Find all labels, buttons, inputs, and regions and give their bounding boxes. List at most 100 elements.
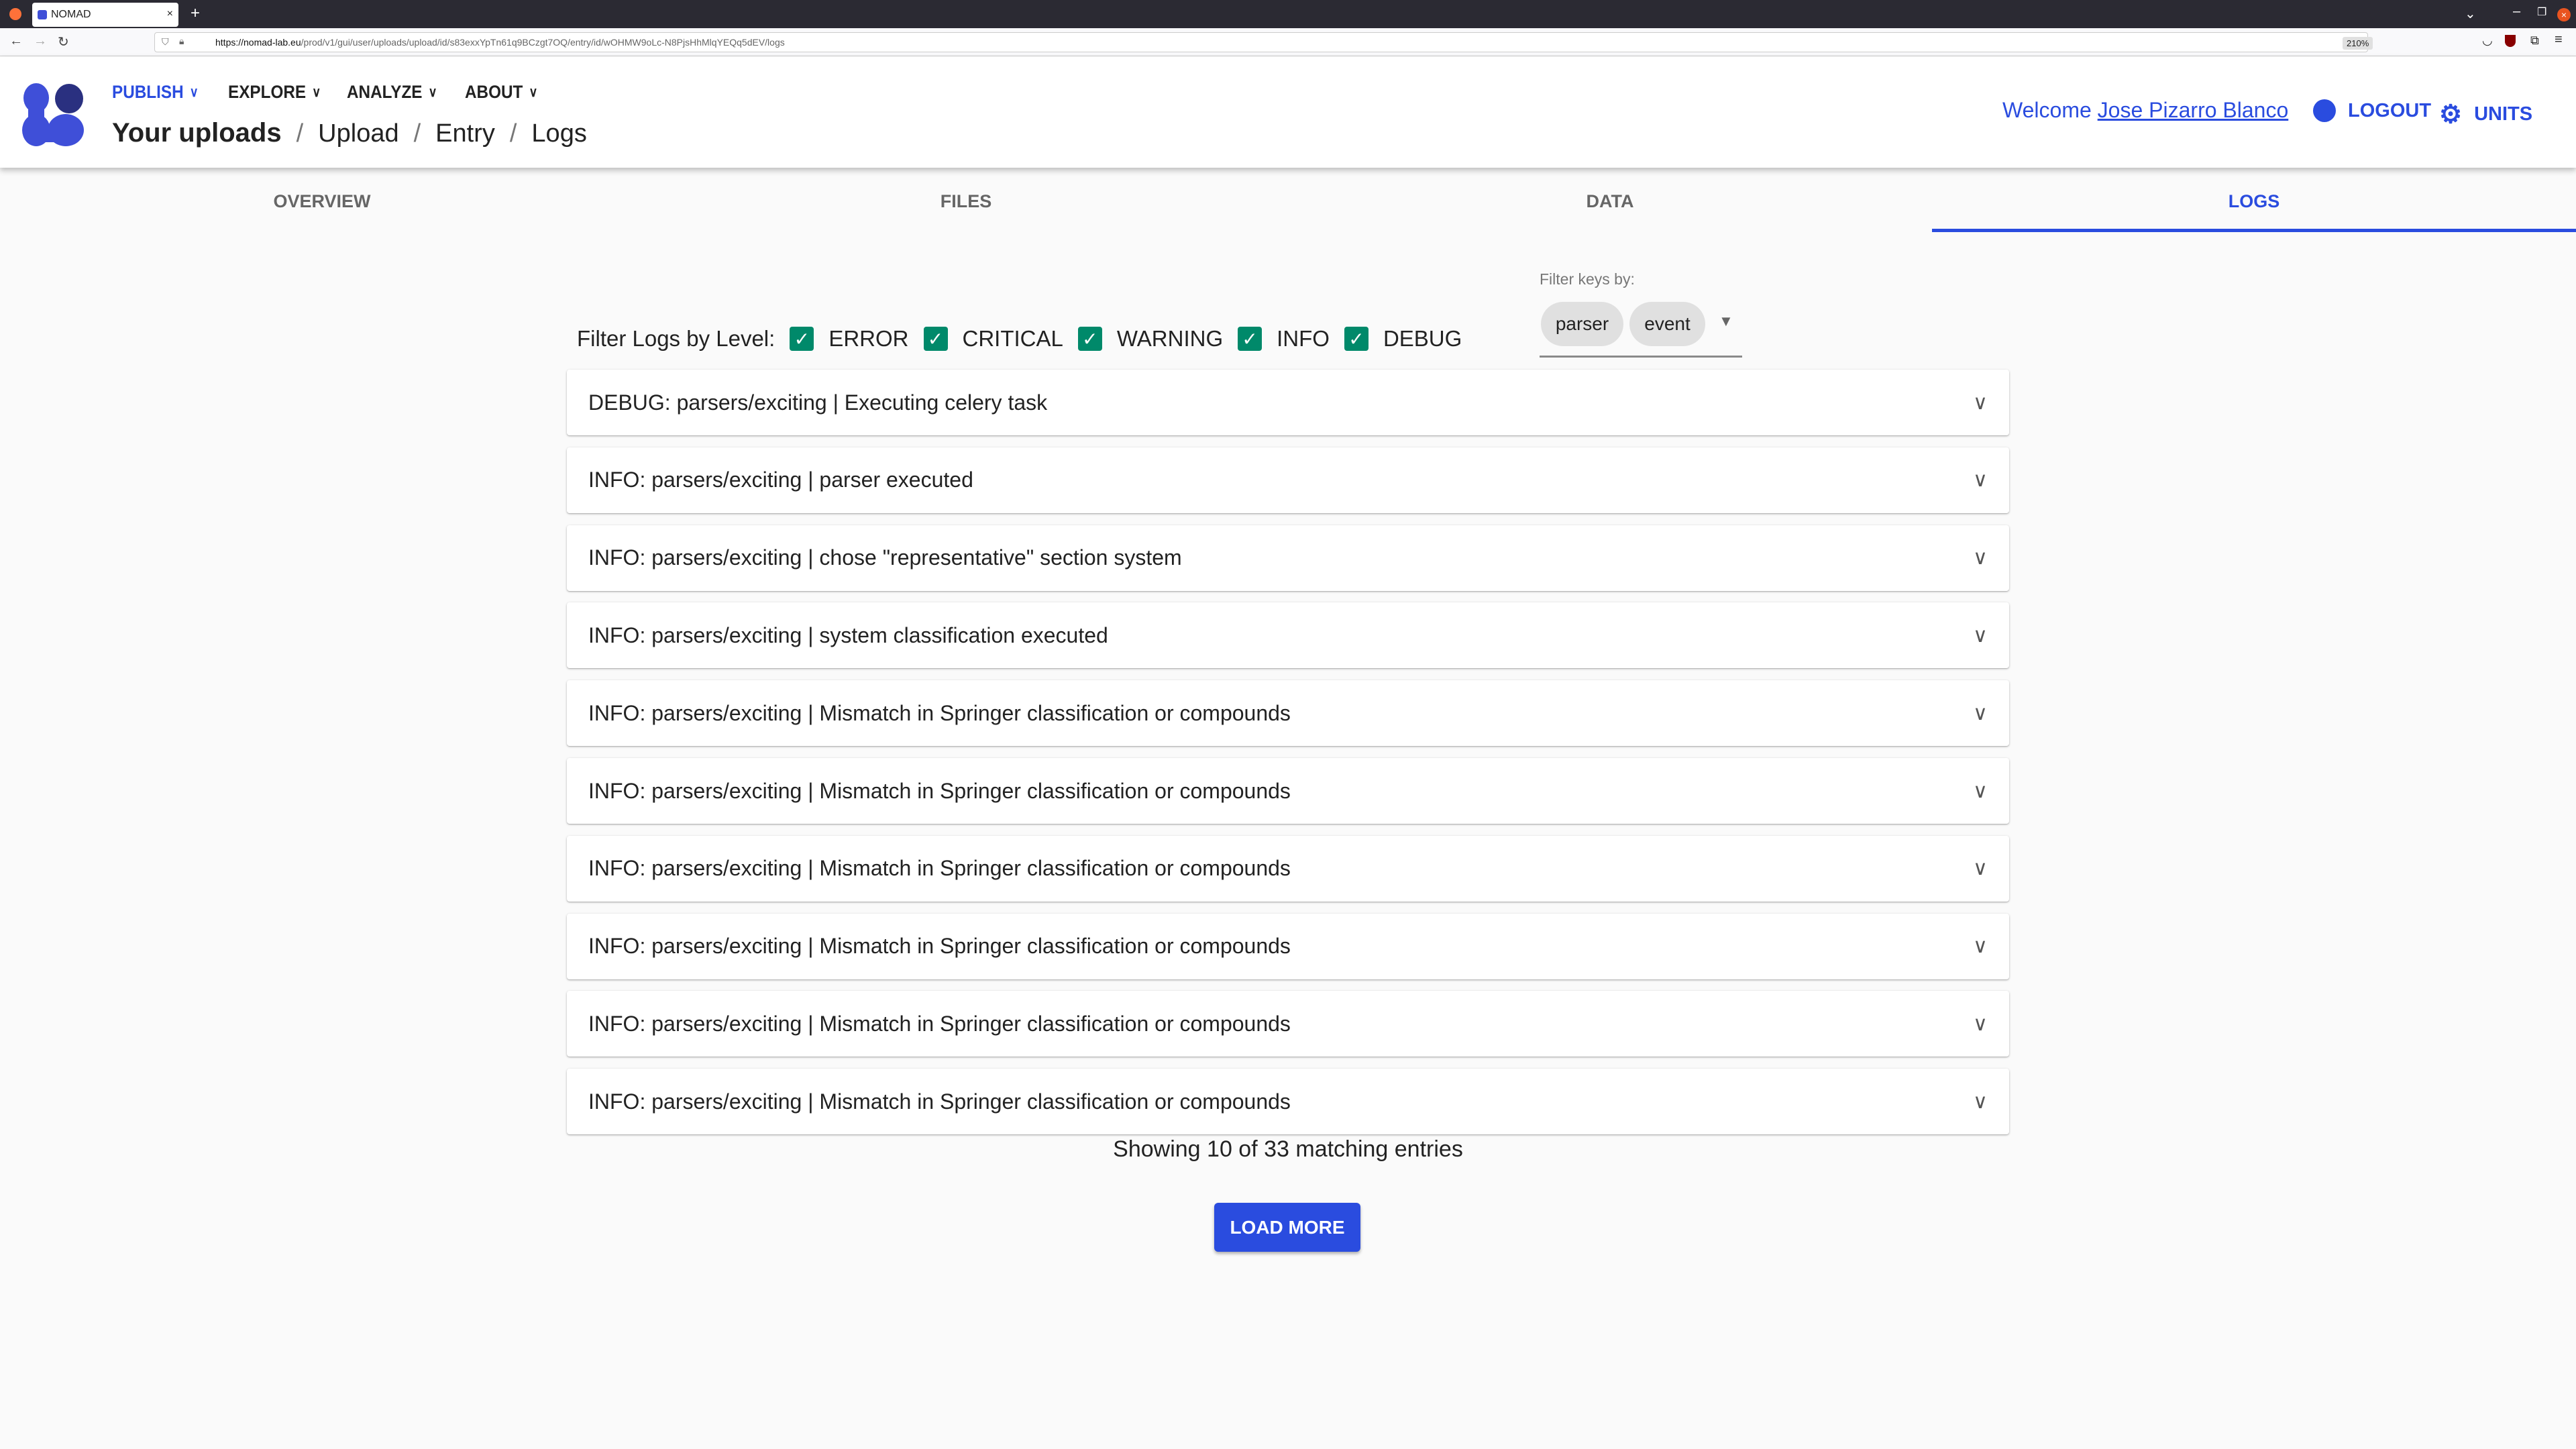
checkbox-info[interactable]: ✓ INFO [1238,326,1330,352]
level-label: DEBUG [1383,326,1462,351]
expand-chevron-icon[interactable]: ∨ [1973,1012,1988,1036]
checkbox-checked-icon[interactable]: ✓ [790,327,814,351]
showing-count: Showing 10 of 33 matching entries [1113,1136,1463,1162]
level-label: CRITICAL [962,326,1063,351]
breadcrumb-separator: / [413,119,421,148]
gear-icon: ⚙ [2439,101,2463,129]
lock-icon: 🔒︎ [179,36,184,46]
pocket-icon[interactable]: ◡ [2482,34,2493,48]
nav-label: PUBLISH [112,82,184,102]
tab-title: NOMAD [51,9,91,20]
breadcrumb-separator: / [509,119,517,148]
log-entry[interactable]: INFO: parsers/exciting | parser executed… [567,447,2009,513]
checkbox-checked-icon[interactable]: ✓ [1238,327,1263,351]
checkbox-checked-icon[interactable]: ✓ [923,327,948,351]
units-button[interactable]: ⚙ UNITS [2439,99,2532,129]
extensions-icon[interactable]: ⧉ [2530,34,2539,48]
log-entry-text: INFO: parsers/exciting | Mismatch in Spr… [588,1011,1291,1036]
breadcrumb-your-uploads[interactable]: Your uploads [112,118,282,148]
expand-chevron-icon[interactable]: ∨ [1973,934,1988,958]
nav-publish[interactable]: PUBLISH ∨ [112,82,199,103]
window-close-icon[interactable]: × [2557,8,2571,21]
account-circle-icon [2313,99,2336,122]
tab-data[interactable]: DATA [1288,168,1932,235]
welcome-text: Welcome Jose Pizarro Blanco [2002,98,2288,123]
log-entry[interactable]: INFO: parsers/exciting | Mismatch in Spr… [567,913,2009,979]
shield-icon: ⛉ [162,36,169,47]
user-profile-link[interactable]: Jose Pizarro Blanco [2098,98,2289,122]
nomad-favicon-icon [38,10,47,19]
tab-overview[interactable]: OVERVIEW [0,168,644,235]
checkbox-checked-icon[interactable]: ✓ [1077,327,1102,351]
key-chip-event[interactable]: event [1629,302,1705,346]
log-entry-text: INFO: parsers/exciting | Mismatch in Spr… [588,934,1291,959]
url-bar[interactable]: ⛉ 🔒︎ https://nomad-lab.eu/prod/v1/gui/us… [154,32,2368,52]
breadcrumb: Your uploads / Upload / Entry / Logs [112,118,587,148]
log-entry[interactable]: INFO: parsers/exciting | system classifi… [567,602,2009,669]
units-label: UNITS [2474,103,2533,125]
keys-select-underline [1540,356,1742,358]
load-more-button[interactable]: LOAD MORE [1214,1203,1360,1252]
log-entry[interactable]: DEBUG: parsers/exciting | Executing cele… [567,370,2009,435]
log-entry[interactable]: INFO: parsers/exciting | Mismatch in Spr… [567,758,2009,824]
log-entry[interactable]: INFO: parsers/exciting | Mismatch in Spr… [567,680,2009,747]
back-icon[interactable]: ← [9,34,23,49]
nav-about[interactable]: ABOUT ∨ [465,82,538,103]
nav-explore[interactable]: EXPLORE ∨ [228,82,321,103]
level-filter: Filter Logs by Level: ✓ ERROR ✓ CRITICAL ✓… [577,326,1462,352]
log-entry[interactable]: INFO: parsers/exciting | Mismatch in Spr… [567,1069,2009,1135]
browser-tab[interactable]: NOMAD × [32,3,178,27]
key-chip-parser[interactable]: parser [1541,302,1623,346]
restore-icon[interactable]: ❐ [2537,5,2546,19]
close-tab-icon[interactable]: × [167,8,173,20]
checkbox-checked-icon[interactable]: ✓ [1344,327,1368,351]
menu-icon[interactable]: ≡ [2555,32,2563,48]
ublock-icon[interactable] [2505,35,2516,47]
log-entry-text: INFO: parsers/exciting | chose "represen… [588,545,1182,570]
minimize-icon[interactable]: – [2513,4,2520,19]
firefox-icon [9,8,21,20]
app-header: PUBLISH ∨ EXPLORE ∨ ANALYZE ∨ ABOUT ∨ Your u… [0,56,2576,168]
expand-chevron-icon[interactable]: ∨ [1973,391,1988,415]
breadcrumb-entry[interactable]: Entry [435,119,495,148]
checkbox-debug[interactable]: ✓ DEBUG [1344,326,1462,352]
filter-level-label: Filter Logs by Level: [577,326,775,351]
level-label: ERROR [828,326,909,351]
chevron-down-icon: ∨ [529,85,538,100]
browser-tab-strip: NOMAD × + ⌄ – ❐ × [0,0,2576,28]
expand-chevron-icon[interactable]: ∨ [1973,624,1988,647]
expand-chevron-icon[interactable]: ∨ [1973,468,1988,492]
nav-label: EXPLORE [228,82,307,102]
checkbox-warning[interactable]: ✓ WARNING [1077,326,1223,352]
nav-analyze[interactable]: ANALYZE ∨ [347,82,437,103]
log-entry[interactable]: INFO: parsers/exciting | Mismatch in Spr… [567,835,2009,902]
expand-chevron-icon[interactable]: ∨ [1973,780,1988,803]
nomad-logo[interactable] [21,83,85,146]
log-entry-text: INFO: parsers/exciting | system classifi… [588,623,1108,647]
log-entry[interactable]: INFO: parsers/exciting | Mismatch in Spr… [567,991,2009,1057]
log-entry[interactable]: INFO: parsers/exciting | chose "represen… [567,525,2009,591]
dropdown-arrow-icon[interactable]: ▼ [1719,313,1733,330]
zoom-level[interactable]: 210% [2343,37,2373,50]
reload-icon[interactable]: ↻ [58,34,69,50]
entry-tabs: OVERVIEW FILES DATA LOGS [0,168,2576,235]
list-tabs-icon[interactable]: ⌄ [2465,5,2476,22]
expand-chevron-icon[interactable]: ∨ [1973,857,1988,880]
log-entry-text: INFO: parsers/exciting | Mismatch in Spr… [588,1089,1291,1114]
url-host: https://nomad-lab.eu [215,37,301,48]
log-entry-text: INFO: parsers/exciting | Mismatch in Spr… [588,856,1291,881]
checkbox-critical[interactable]: ✓ CRITICAL [923,326,1063,352]
logout-button[interactable]: LOGOUT [2313,99,2431,122]
forward-icon[interactable]: → [34,34,47,49]
breadcrumb-logs: Logs [531,119,587,148]
level-label: INFO [1277,326,1330,351]
new-tab-icon[interactable]: + [191,4,200,23]
expand-chevron-icon[interactable]: ∨ [1973,546,1988,570]
tab-logs[interactable]: LOGS [1932,168,2576,235]
log-entry-text: INFO: parsers/exciting | Mismatch in Spr… [588,700,1291,725]
expand-chevron-icon[interactable]: ∨ [1973,1090,1988,1114]
breadcrumb-upload[interactable]: Upload [318,119,398,148]
checkbox-error[interactable]: ✓ ERROR [790,326,909,352]
expand-chevron-icon[interactable]: ∨ [1973,702,1988,725]
tab-files[interactable]: FILES [644,168,1288,235]
